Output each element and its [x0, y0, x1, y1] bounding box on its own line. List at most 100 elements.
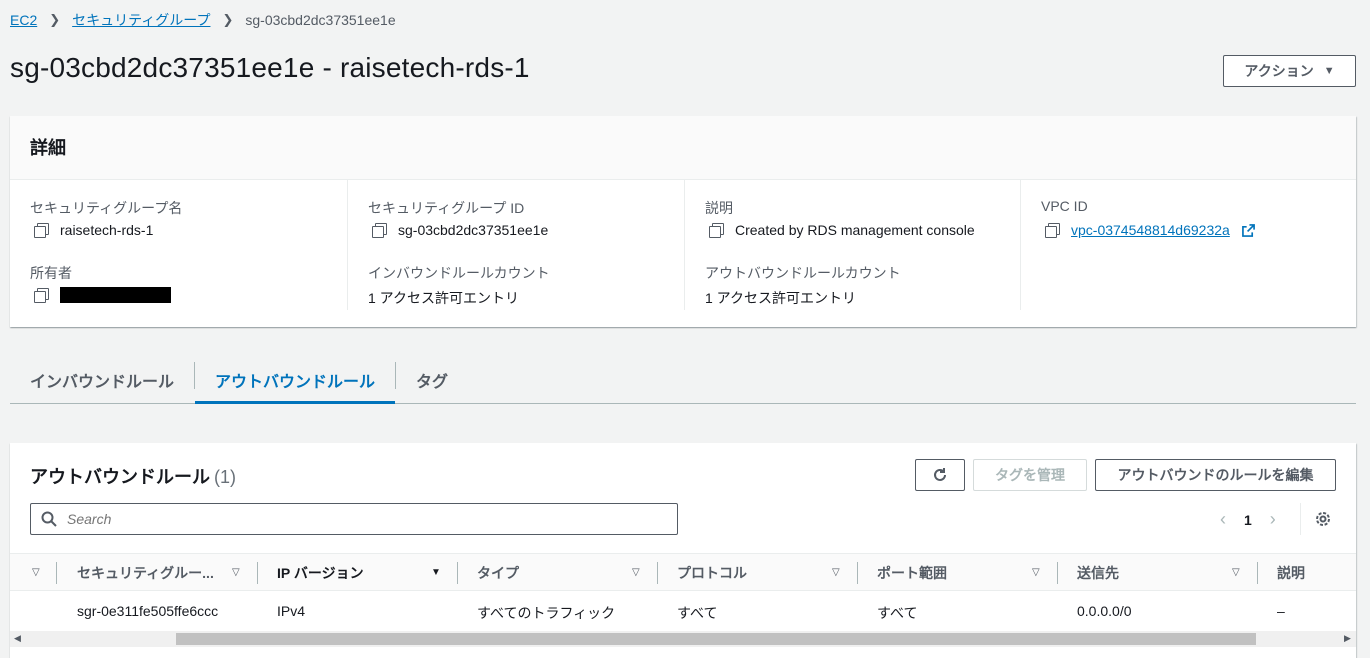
- select-column-sort[interactable]: ▽: [32, 554, 40, 591]
- copy-icon[interactable]: [709, 223, 724, 238]
- chevron-right-icon: ❯: [49, 12, 61, 27]
- description-value: Created by RDS management console: [709, 222, 975, 238]
- chevron-left-icon[interactable]: ‹: [1220, 509, 1226, 530]
- rules-heading: アウトバウンドルール (1): [30, 463, 236, 489]
- description-text: Created by RDS management console: [735, 222, 975, 238]
- cell-type: すべてのトラフィック: [477, 605, 616, 621]
- page-number[interactable]: 1: [1244, 512, 1252, 528]
- page-title: sg-03cbd2dc37351ee1e - raisetech-rds-1: [10, 52, 530, 83]
- column-label: タイプ: [477, 564, 519, 581]
- breadcrumb: EC2 ❯ セキュリティグループ ❯ sg-03cbd2dc37351ee1e: [10, 10, 396, 30]
- refresh-button[interactable]: [915, 459, 965, 491]
- tabs: インバウンドルール アウトバウンドルール タグ: [10, 356, 1356, 404]
- column-header-protocol[interactable]: プロトコル ▽: [677, 554, 857, 591]
- column-header-ip-version[interactable]: IP バージョン ▼: [277, 554, 457, 591]
- copy-icon[interactable]: [372, 223, 387, 238]
- column-header-port-range[interactable]: ポート範囲 ▽: [877, 554, 1057, 591]
- column-label: IP バージョン: [277, 564, 364, 581]
- caret-down-icon: ▼: [1323, 65, 1335, 77]
- copy-icon[interactable]: [34, 288, 49, 303]
- actions-button-label: アクション: [1244, 63, 1314, 79]
- inbound-count-label: インバウンドルールカウント: [368, 265, 550, 281]
- column-header-description[interactable]: 説明: [1277, 554, 1305, 591]
- external-link-icon: [1241, 223, 1255, 237]
- search-field[interactable]: [30, 503, 678, 535]
- manage-tags-button[interactable]: タグを管理: [973, 459, 1087, 491]
- rules-title: アウトバウンドルール: [30, 467, 210, 487]
- owner-value: [34, 287, 171, 303]
- tab-inbound-rules[interactable]: インバウンドルール: [10, 356, 194, 404]
- details-heading: 詳細: [10, 116, 1356, 180]
- tab-outbound-rules[interactable]: アウトバウンドルール: [195, 356, 396, 404]
- sg-name-label: セキュリティグループ名: [30, 200, 183, 216]
- column-label: 送信先: [1077, 564, 1119, 581]
- sg-id-text: sg-03cbd2dc37351ee1e: [398, 222, 549, 238]
- column-label: プロトコル: [677, 564, 747, 581]
- vpc-id-link[interactable]: vpc-0374548814d69232a: [1071, 222, 1230, 238]
- pagination: ‹ 1 ›: [1220, 509, 1276, 530]
- cell-rule-id: sgr-0e311fe505ffe6ccc: [77, 603, 219, 619]
- column-header-type[interactable]: タイプ ▽: [477, 554, 657, 591]
- column-label: 説明: [1277, 564, 1305, 581]
- details-col-4: VPC ID vpc-0374548814d69232a: [1020, 180, 1356, 310]
- sort-icon: ▽: [832, 567, 840, 578]
- sort-icon: ▽: [1032, 567, 1040, 578]
- column-header-destination[interactable]: 送信先 ▽: [1077, 554, 1257, 591]
- cell-ip-version: IPv4: [277, 603, 306, 619]
- edit-outbound-rules-button[interactable]: アウトバウンドのルールを編集: [1095, 459, 1336, 491]
- cell-destination: 0.0.0.0/0: [1077, 603, 1132, 619]
- column-divider: [56, 562, 57, 584]
- search-input[interactable]: [67, 511, 647, 527]
- outbound-rules-panel: アウトバウンドルール(1) タグを管理 アウトバウンドのルールを編集 ‹ 1 ›…: [10, 443, 1356, 658]
- sort-icon: ▽: [1232, 567, 1240, 578]
- inbound-count-value: 1 アクセス許可エントリ: [368, 290, 519, 306]
- sg-name-value: raisetech-rds-1: [34, 222, 153, 238]
- column-divider: [457, 562, 458, 584]
- chevron-right-icon: ❯: [222, 12, 234, 27]
- table-row[interactable]: sgr-0e311fe505ffe6ccc IPv4 すべてのトラフィック すべ…: [10, 591, 1356, 631]
- column-divider: [857, 562, 858, 584]
- search-icon: [41, 511, 57, 527]
- scrollbar-thumb[interactable]: [176, 633, 1256, 645]
- sort-icon: ▽: [232, 567, 240, 578]
- chevron-right-icon[interactable]: ›: [1270, 509, 1276, 530]
- gear-icon[interactable]: [1314, 510, 1332, 528]
- owner-label: 所有者: [30, 265, 72, 281]
- horizontal-scrollbar[interactable]: ◀ ▶: [10, 631, 1356, 647]
- column-divider: [257, 562, 258, 584]
- scroll-left-icon[interactable]: ◀: [14, 633, 21, 644]
- copy-icon[interactable]: [1045, 223, 1060, 238]
- vpc-id-value: vpc-0374548814d69232a: [1045, 222, 1255, 238]
- details-panel: 詳細 セキュリティグループ名 raisetech-rds-1 所有者 セキュリテ…: [10, 116, 1356, 327]
- redacted-owner: [60, 287, 171, 303]
- vpc-id-label: VPC ID: [1041, 198, 1088, 214]
- sg-id-label: セキュリティグループ ID: [368, 200, 525, 216]
- actions-button[interactable]: アクション ▼: [1223, 55, 1356, 87]
- description-label: 説明: [705, 200, 733, 216]
- column-label: ポート範囲: [877, 564, 947, 581]
- scroll-right-icon[interactable]: ▶: [1344, 633, 1351, 644]
- sort-down-icon: ▼: [431, 567, 441, 578]
- refresh-icon: [934, 468, 946, 481]
- cell-description: –: [1277, 603, 1285, 619]
- details-col-2: セキュリティグループ ID sg-03cbd2dc37351ee1e インバウン…: [347, 180, 684, 310]
- cell-port-range: すべて: [877, 605, 918, 621]
- tab-tags[interactable]: タグ: [396, 356, 468, 404]
- details-col-3: 説明 Created by RDS management console アウト…: [684, 180, 1020, 310]
- breadcrumb-security-groups-link[interactable]: セキュリティグループ: [72, 10, 210, 30]
- pager-divider: [1300, 503, 1301, 535]
- column-header-rule-id[interactable]: セキュリティグルー... ▽: [77, 554, 257, 591]
- cell-protocol: すべて: [677, 605, 718, 621]
- details-col-1: セキュリティグループ名 raisetech-rds-1 所有者: [10, 180, 347, 310]
- sort-icon: ▽: [632, 567, 640, 578]
- breadcrumb-current: sg-03cbd2dc37351ee1e: [245, 12, 396, 28]
- outbound-count-label: アウトバウンドルールカウント: [705, 265, 901, 281]
- sg-name-text: raisetech-rds-1: [60, 222, 154, 238]
- copy-icon[interactable]: [34, 223, 49, 238]
- column-divider: [1057, 562, 1058, 584]
- column-label: セキュリティグルー...: [77, 564, 214, 581]
- sg-id-value: sg-03cbd2dc37351ee1e: [372, 222, 548, 238]
- breadcrumb-ec2-link[interactable]: EC2: [10, 12, 37, 28]
- column-divider: [657, 562, 658, 584]
- rules-count: (1): [214, 467, 236, 487]
